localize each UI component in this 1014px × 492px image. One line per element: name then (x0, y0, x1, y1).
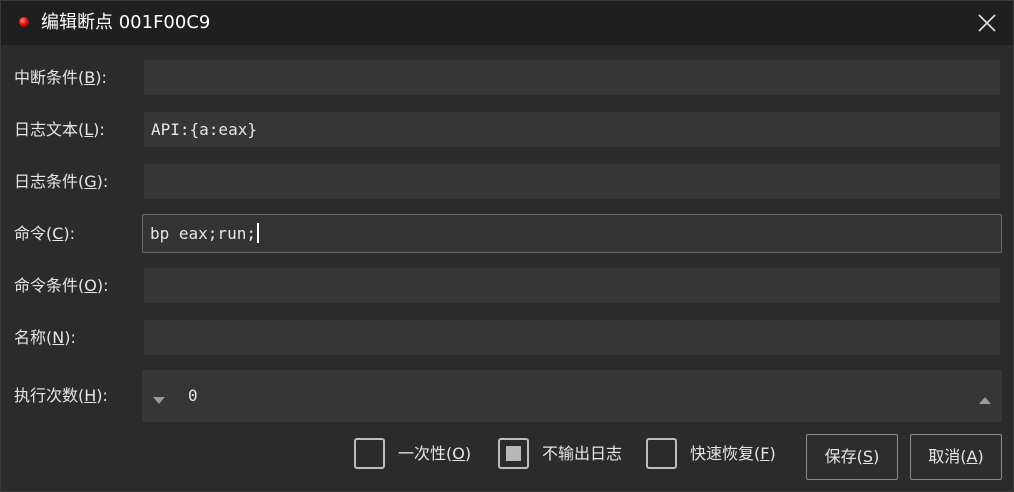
edit-breakpoint-dialog: 编辑断点 001F00C9 中断条件(B): 日志文本(L): API:{a:e… (0, 0, 1014, 492)
break-condition-label: 中断条件(B): (14, 68, 107, 87)
command-label: 命令(C): (14, 224, 76, 243)
text-caret (256, 223, 259, 243)
hit-count-label: 执行次数(H): (14, 386, 108, 405)
decrement-arrow-icon[interactable] (152, 390, 166, 404)
log-condition-input[interactable] (144, 164, 1000, 199)
log-text-label: 日志文本(L): (14, 120, 105, 139)
command-input[interactable]: bp eax;run; (142, 214, 1002, 253)
name-label: 名称(N): (14, 328, 76, 347)
name-input[interactable] (144, 320, 1000, 355)
silent-log-label[interactable]: 不输出日志 (542, 443, 622, 465)
cancel-button[interactable]: 取消(A) (910, 434, 1002, 480)
fast-resume-checkbox[interactable] (646, 438, 677, 469)
break-condition-input[interactable] (144, 60, 1000, 95)
window-title: 编辑断点 001F00C9 (41, 12, 211, 33)
hit-count-value[interactable]: 0 (188, 384, 198, 408)
title-bar[interactable]: 编辑断点 001F00C9 (1, 1, 1013, 45)
command-condition-label: 命令条件(O): (14, 276, 109, 295)
increment-arrow-icon[interactable] (978, 390, 992, 404)
command-input-text: bp eax;run; (150, 224, 256, 243)
save-button[interactable]: 保存(S) (806, 434, 898, 480)
log-text-input[interactable]: API:{a:eax} (144, 112, 1000, 147)
fast-resume-label[interactable]: 快速恢复(F) (690, 443, 776, 465)
command-condition-input[interactable] (144, 268, 1000, 303)
log-condition-label: 日志条件(G): (14, 172, 109, 191)
hit-count-spinbox[interactable]: 0 (142, 370, 1002, 422)
single-shoot-checkbox[interactable] (354, 438, 385, 469)
breakpoint-icon (19, 17, 29, 27)
silent-log-checkbox[interactable] (498, 438, 529, 469)
single-shoot-label[interactable]: 一次性(O) (398, 443, 471, 465)
close-icon[interactable] (975, 11, 999, 35)
